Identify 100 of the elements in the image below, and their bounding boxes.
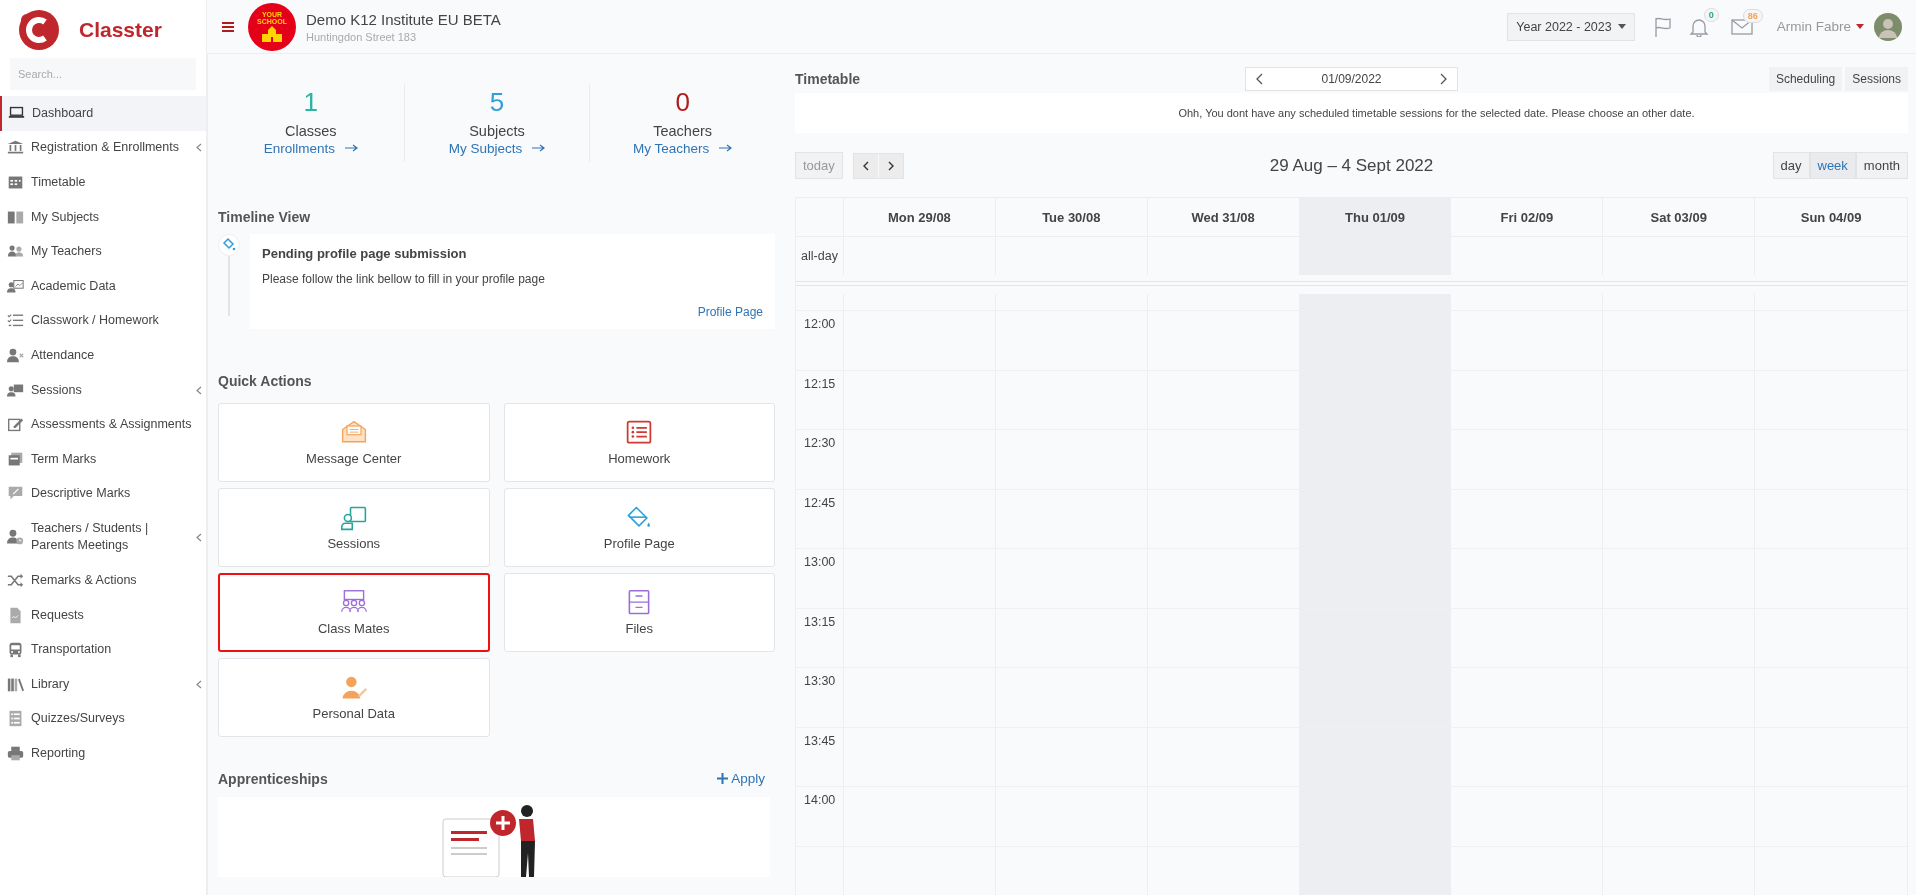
- sidebar-item[interactable]: Registration & Enrollments: [0, 130, 206, 166]
- section-title: Timetable: [795, 71, 862, 87]
- sidebar-item[interactable]: Academic Data: [0, 268, 206, 304]
- sidebar-item[interactable]: Timetable: [0, 165, 206, 200]
- bell-icon[interactable]: [1688, 16, 1709, 37]
- day-header: Sun 04/09: [1799, 208, 1863, 227]
- list-icon: [7, 710, 24, 728]
- arrow-right-icon: [719, 144, 733, 153]
- stat-label: Teachers: [653, 122, 713, 139]
- all-day-label: all-day: [796, 237, 844, 275]
- timeline-text: Please follow the link bellow to fill in your profile page: [262, 271, 546, 286]
- day-header: Wed 31/08: [1147, 198, 1300, 236]
- calendar-icon: [7, 174, 24, 191]
- view-tab[interactable]: week: [1809, 152, 1856, 179]
- caret-down-icon: [1617, 24, 1626, 29]
- bus-icon: [7, 641, 24, 659]
- message-count: 86: [1742, 8, 1763, 23]
- apply-link[interactable]: Apply: [717, 771, 765, 787]
- list-icon: [625, 418, 654, 447]
- sidebar-item[interactable]: Assessments & Assignments: [0, 407, 206, 442]
- sidebar-item[interactable]: My Subjects: [0, 199, 206, 235]
- date-range: 29 Aug – 4 Sept 2022: [1269, 155, 1434, 176]
- timeline-title: Pending profile page submission: [262, 245, 468, 261]
- document-icon: [7, 606, 24, 624]
- stat-label: Classes: [285, 122, 337, 139]
- day-header: Sat 03/09: [1603, 198, 1756, 236]
- card-stack-icon: [7, 450, 24, 468]
- sidebar-item[interactable]: Dashboard: [0, 96, 206, 131]
- printer-icon: [7, 744, 24, 762]
- envelope-icon[interactable]: [1730, 17, 1753, 36]
- section-title: Timeline View: [218, 208, 312, 225]
- sidebar-item[interactable]: Attendance: [0, 338, 206, 373]
- sidebar-item[interactable]: Teachers / Students | Parents Meetings: [0, 511, 206, 564]
- tab-button[interactable]: Scheduling: [1768, 67, 1843, 91]
- sidebar-item[interactable]: Term Marks: [0, 441, 206, 477]
- time-label: 13:45: [803, 732, 837, 748]
- stat-link[interactable]: My Subjects: [448, 140, 546, 156]
- stat-label: Subjects: [469, 122, 525, 139]
- time-label: 12:00: [803, 316, 837, 331]
- sidebar-item[interactable]: Classwork / Homework: [0, 303, 206, 339]
- stat-link[interactable]: My Teachers: [633, 140, 733, 156]
- quick-action-tile[interactable]: Homework: [503, 402, 775, 482]
- sidebar-item[interactable]: Remarks & Actions: [0, 563, 206, 598]
- sidebar-item[interactable]: Reporting: [0, 736, 206, 771]
- logo-icon: [17, 8, 61, 52]
- avatar-icon: [1874, 12, 1902, 41]
- quick-action-tile[interactable]: Message Center: [218, 402, 490, 482]
- day-header: Mon 29/08: [844, 198, 996, 236]
- quick-action-tile[interactable]: Profile Page: [503, 487, 775, 567]
- stat-value: 5: [489, 88, 505, 117]
- arrow-right-icon: [532, 144, 546, 153]
- user-chart-icon: [7, 277, 24, 295]
- time-label: 13:15: [803, 613, 837, 629]
- time-label: 12:30: [803, 435, 837, 450]
- user-clock-icon: [7, 528, 24, 546]
- time-label: 13:30: [803, 673, 837, 688]
- time-label: 14:00: [803, 792, 837, 807]
- school-name: Demo K12 Institute EU BETA: [306, 10, 501, 28]
- day-header: Tue 30/08: [995, 198, 1148, 236]
- quick-action-tile[interactable]: Personal Data: [218, 657, 490, 737]
- sidebar-item[interactable]: Quizzes/Surveys: [0, 701, 206, 737]
- arrow-right-icon: [344, 144, 358, 153]
- sidebar-item[interactable]: Library: [0, 666, 206, 702]
- search-field[interactable]: Search...: [10, 58, 196, 90]
- section-title: Quick Actions: [218, 372, 313, 389]
- section-title: Apprenticeships: [218, 770, 328, 787]
- chevron-left-icon[interactable]: [1256, 73, 1263, 85]
- day-header: Thu 01/09: [1299, 198, 1452, 236]
- time-label: 12:45: [803, 494, 837, 510]
- empty-message: Ohh, You dont have any scheduled timetable sessions for the selected date. Please choose an other date.: [795, 93, 1908, 133]
- plus-icon: [717, 773, 729, 785]
- day-header: Fri 02/09: [1451, 198, 1604, 236]
- sidebar-item[interactable]: Descriptive Marks: [0, 476, 206, 512]
- edit-icon: [7, 416, 24, 434]
- stat-link[interactable]: Enrollments: [263, 140, 358, 156]
- date-value: 01/09/2022: [1321, 72, 1382, 86]
- sidebar-item[interactable]: Transportation: [0, 632, 206, 667]
- stat-value: 1: [303, 88, 319, 117]
- notification-count: 0: [1703, 7, 1719, 22]
- school-building-icon: [261, 26, 283, 42]
- quick-action-tile[interactable]: Class Mates: [218, 572, 490, 652]
- time-label: 12:15: [803, 375, 837, 391]
- year-selector[interactable]: Year 2022 - 2023: [1507, 12, 1635, 41]
- chevron-right-icon[interactable]: [1440, 73, 1447, 85]
- sidebar-item[interactable]: Requests: [0, 597, 206, 633]
- view-tab[interactable]: month: [1855, 152, 1908, 179]
- caret-down-icon: [1856, 24, 1864, 29]
- quick-action-tile[interactable]: Files: [503, 572, 775, 652]
- tab-button[interactable]: Sessions: [1845, 67, 1908, 91]
- date-picker[interactable]: 01/09/2022: [1245, 67, 1458, 91]
- quick-action-tile[interactable]: Sessions: [218, 487, 490, 567]
- user-x-icon: [7, 346, 24, 364]
- sidebar-item[interactable]: My Teachers: [0, 234, 206, 269]
- view-tab[interactable]: day: [1772, 152, 1810, 179]
- menu-icon[interactable]: [222, 21, 234, 32]
- profile-page-link[interactable]: Profile Page: [697, 304, 763, 319]
- stat-value: 0: [675, 88, 690, 117]
- school-address: Huntingdon Street 183: [306, 30, 418, 43]
- sidebar-item[interactable]: Sessions: [0, 372, 206, 408]
- flag-icon[interactable]: [1652, 16, 1673, 37]
